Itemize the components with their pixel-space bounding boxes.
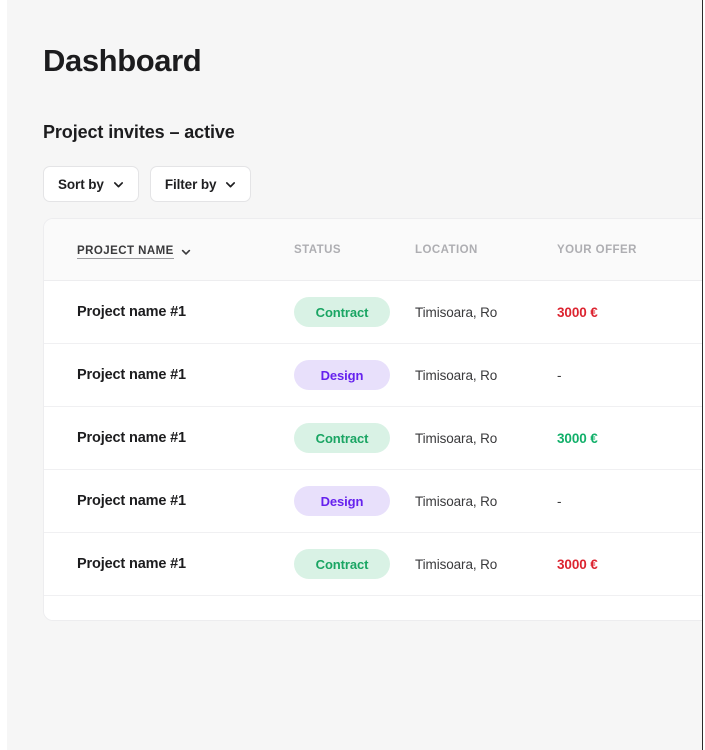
cell-status: Contract <box>294 549 415 579</box>
cell-your-offer: 3000 € <box>557 430 598 446</box>
table-row[interactable]: Project name #1 Design Timisoara, Ro - <box>44 344 702 407</box>
column-header-project-name[interactable]: PROJECT NAME <box>44 241 294 259</box>
cell-location: Timisoara, Ro <box>415 367 498 383</box>
table-row[interactable]: Project name #1 Contract Timisoara, Ro 3… <box>44 533 702 596</box>
cell-status: Contract <box>294 423 415 453</box>
cell-status: Design <box>294 486 415 516</box>
cell-project-name: Project name #1 <box>77 367 186 383</box>
project-invites-table: PROJECT NAME STATUS LOCATION YOUR OFFER … <box>43 218 702 621</box>
cell-location: Timisoara, Ro <box>415 304 498 320</box>
table-footer <box>44 596 702 620</box>
cell-project-name: Project name #1 <box>77 430 186 446</box>
cell-status: Design <box>294 360 415 390</box>
chevron-down-icon <box>113 179 124 190</box>
cell-status: Contract <box>294 297 415 327</box>
sort-by-label: Sort by <box>58 176 104 192</box>
app-canvas: Dashboard Project invites – active Sort … <box>7 0 703 750</box>
filter-by-label: Filter by <box>164 176 217 192</box>
status-badge: Contract <box>294 297 390 327</box>
sort-by-button[interactable]: Sort by <box>43 166 139 202</box>
cell-your-offer: 3000 € <box>557 304 598 320</box>
cell-your-offer: - <box>557 493 562 509</box>
column-header-status[interactable]: STATUS <box>294 244 415 256</box>
page-title: Dashboard <box>43 43 202 78</box>
column-header-project-name-label: PROJECT NAME <box>77 244 174 259</box>
table-row[interactable]: Project name #1 Contract Timisoara, Ro 3… <box>44 281 702 344</box>
cell-your-offer: 3000 € <box>557 556 598 572</box>
section-title: Project invites – active <box>43 122 235 142</box>
chevron-down-icon <box>181 247 191 257</box>
status-badge: Contract <box>294 549 390 579</box>
cell-project-name: Project name #1 <box>77 304 186 320</box>
column-header-location[interactable]: LOCATION <box>415 244 557 256</box>
status-badge: Design <box>294 486 390 516</box>
chevron-down-icon <box>225 179 236 190</box>
column-header-your-offer[interactable]: YOUR OFFER <box>557 244 702 256</box>
status-badge: Contract <box>294 423 390 453</box>
cell-your-offer: - <box>557 367 562 383</box>
table-header-row: PROJECT NAME STATUS LOCATION YOUR OFFER <box>44 219 702 281</box>
filter-by-button[interactable]: Filter by <box>149 166 252 202</box>
cell-location: Timisoara, Ro <box>415 556 498 572</box>
table-row[interactable]: Project name #1 Contract Timisoara, Ro 3… <box>44 407 702 470</box>
cell-project-name: Project name #1 <box>77 556 186 572</box>
status-badge: Design <box>294 360 390 390</box>
cell-location: Timisoara, Ro <box>415 430 498 446</box>
cell-location: Timisoara, Ro <box>415 493 498 509</box>
table-row[interactable]: Project name #1 Design Timisoara, Ro - <box>44 470 702 533</box>
table-controls: Sort by Filter by <box>43 166 252 202</box>
cell-project-name: Project name #1 <box>77 493 186 509</box>
